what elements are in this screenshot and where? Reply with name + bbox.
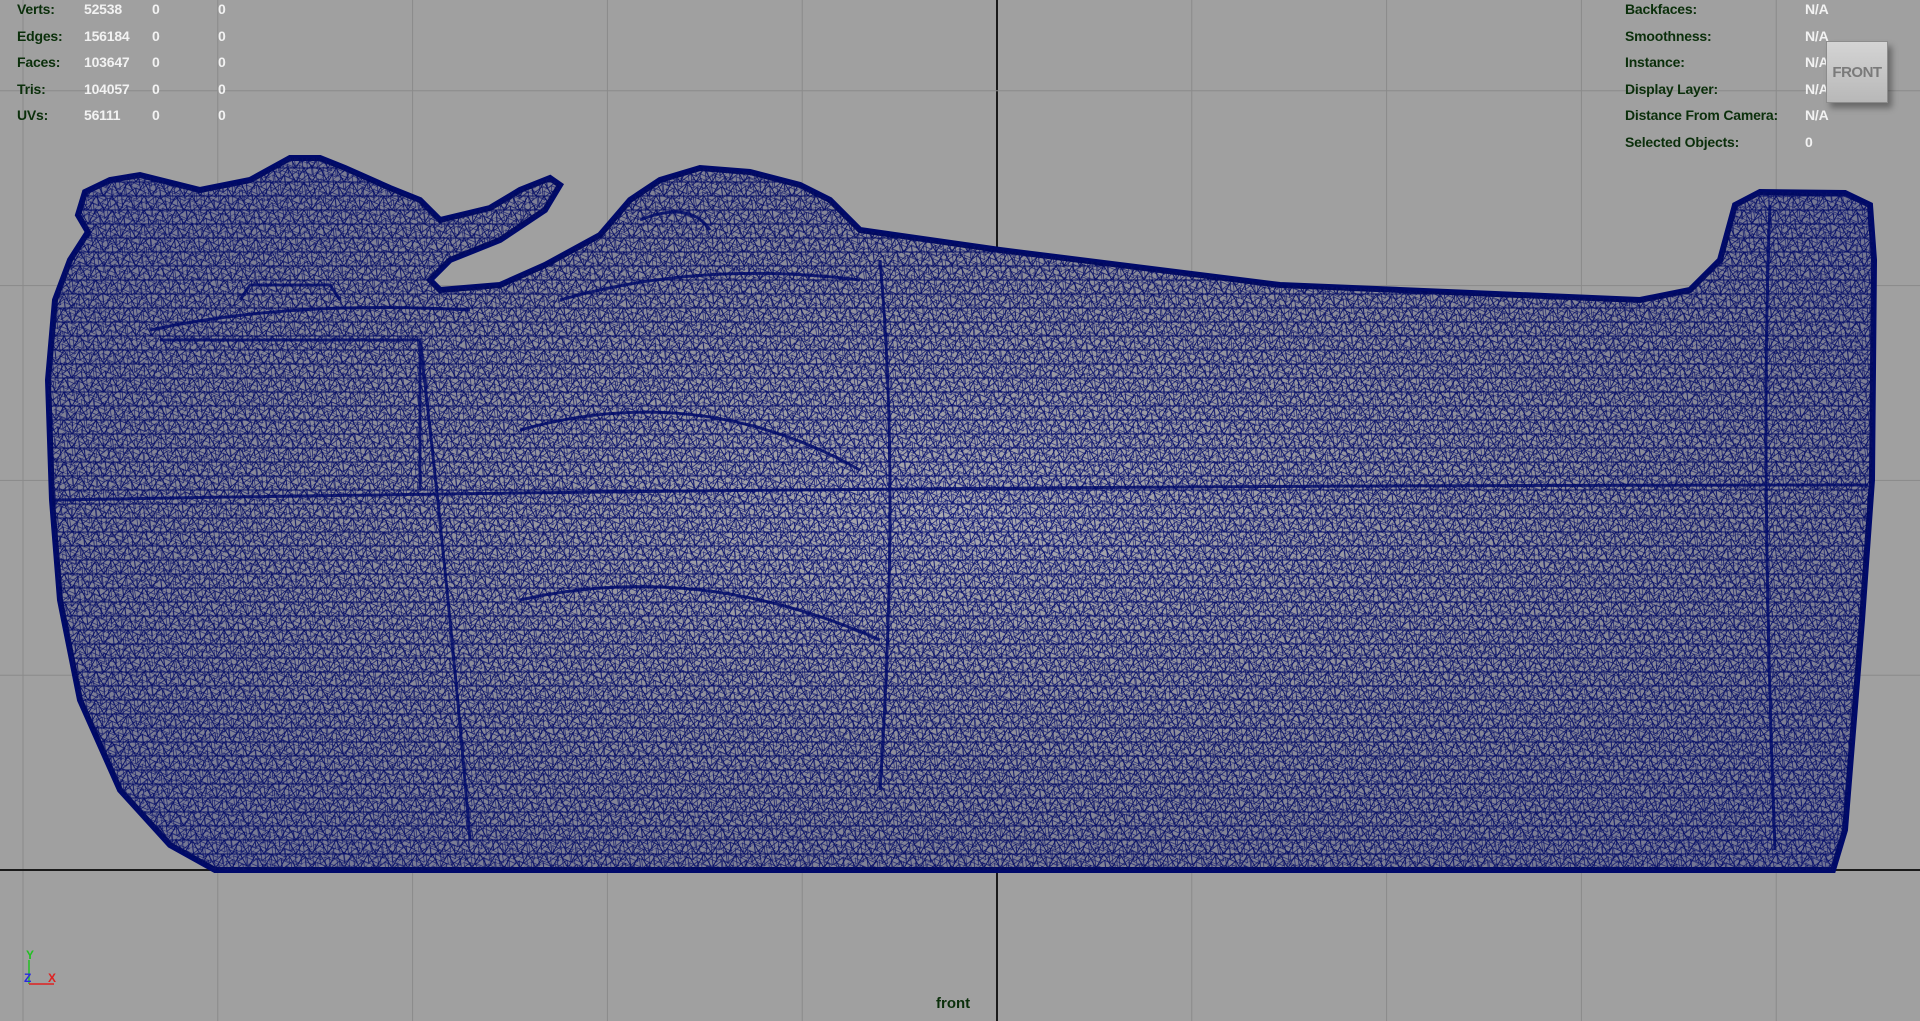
poly-count-value: 0 xyxy=(152,54,160,71)
poly-count-value: 104057 xyxy=(84,80,130,97)
poly-count-row: Tris: 104057 0 0 xyxy=(17,76,248,103)
object-details-row: Selected Objects: 0 xyxy=(1625,129,1865,156)
view-cube-label: FRONT xyxy=(1832,63,1882,81)
poly-count-label: Faces: xyxy=(17,54,61,71)
axis-z-label: Z xyxy=(24,971,31,985)
object-details-value: N/A xyxy=(1805,1,1829,17)
poly-count-value: 0 xyxy=(152,107,160,124)
poly-count-hud: Verts: 52538 0 0 Edges: 156184 0 0 Faces: 103647 0… xyxy=(17,0,248,129)
poly-count-value: 52538 xyxy=(84,1,122,17)
poly-count-label: Tris: xyxy=(17,80,46,97)
poly-count-value: 103647 xyxy=(84,54,130,71)
axis-x-label: X xyxy=(48,971,56,985)
poly-count-value: 156184 xyxy=(84,27,130,44)
poly-count-row: Verts: 52538 0 0 xyxy=(17,0,248,23)
poly-count-value: 0 xyxy=(152,80,160,97)
poly-count-value: 0 xyxy=(218,80,226,97)
object-details-label: Selected Objects: xyxy=(1625,133,1740,150)
object-details-label: Distance From Camera: xyxy=(1625,107,1778,124)
view-cube[interactable]: FRONT xyxy=(1826,41,1888,103)
viewport-front[interactable]: Verts: 52538 0 0 Edges: 156184 0 0 Faces: 103647 0… xyxy=(0,0,1920,1021)
axis-y-label: Y xyxy=(26,950,34,962)
poly-count-value: 0 xyxy=(218,107,226,124)
object-details-value: 0 xyxy=(1805,133,1813,150)
poly-count-value: 0 xyxy=(218,54,226,71)
object-details-row: Backfaces: N/A xyxy=(1625,0,1865,23)
poly-count-row: UVs: 56111 0 0 xyxy=(17,102,248,129)
poly-count-label: Verts: xyxy=(17,1,55,17)
axis-indicator-icon: Y Z X xyxy=(24,950,56,985)
poly-count-label: UVs: xyxy=(17,107,49,124)
poly-count-value: 0 xyxy=(218,27,226,44)
sarcophagus-mesh[interactable] xyxy=(44,155,1878,873)
object-details-label: Backfaces: xyxy=(1625,1,1697,17)
object-details-value: N/A xyxy=(1805,107,1829,124)
object-details-row: Distance From Camera: N/A xyxy=(1625,102,1865,129)
poly-count-row: Edges: 156184 0 0 xyxy=(17,23,248,50)
poly-count-value: 56111 xyxy=(84,107,121,124)
camera-name-label: front xyxy=(936,995,971,1012)
poly-count-value: 0 xyxy=(152,1,160,17)
object-details-label: Instance: xyxy=(1625,54,1685,71)
poly-count-value: 0 xyxy=(152,27,160,44)
object-details-label: Display Layer: xyxy=(1625,80,1718,97)
object-details-label: Smoothness: xyxy=(1625,27,1712,44)
poly-count-row: Faces: 103647 0 0 xyxy=(17,49,248,76)
poly-count-label: Edges: xyxy=(17,27,63,44)
poly-count-value: 0 xyxy=(218,1,226,17)
